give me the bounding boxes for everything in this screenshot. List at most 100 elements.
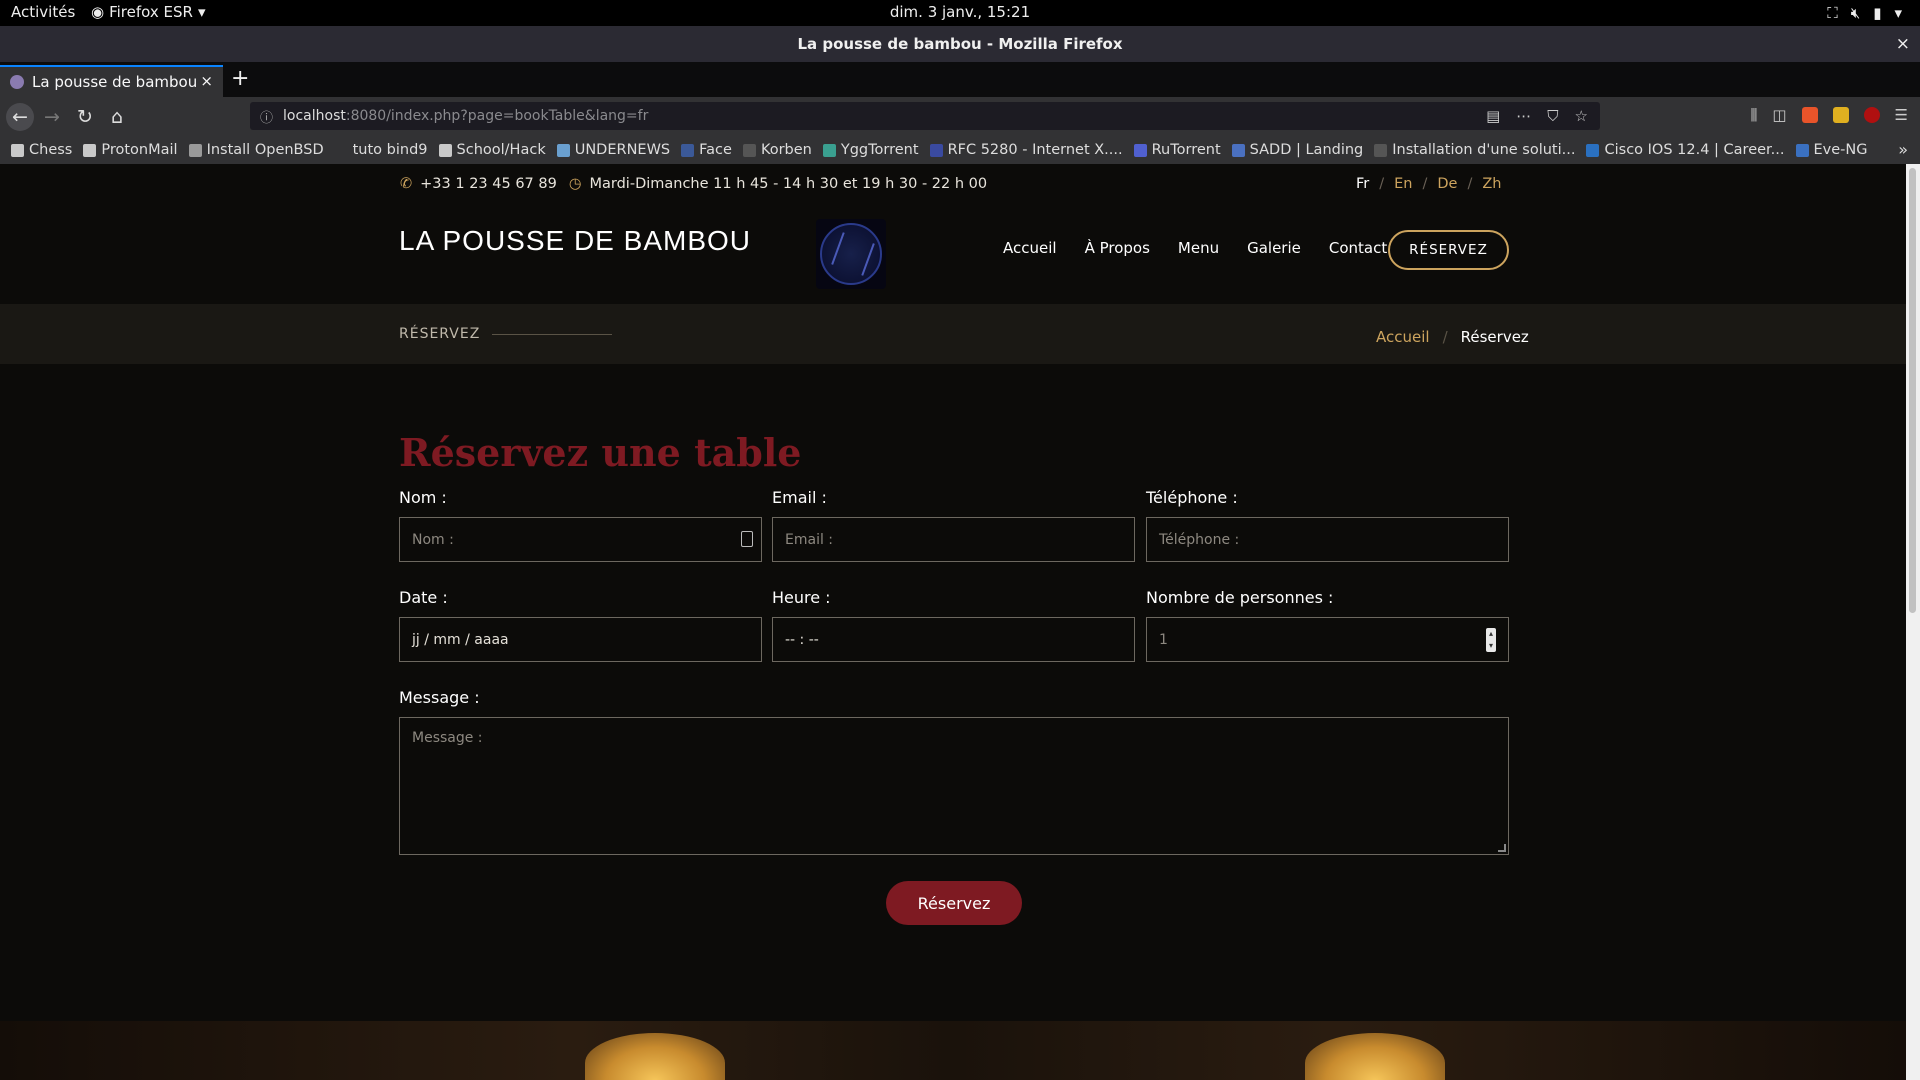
bookmark-item[interactable]: ProtonMail <box>83 142 178 158</box>
bookmark-item[interactable]: Korben <box>742 142 812 158</box>
bookmark-item[interactable]: tuto bind9 <box>334 142 428 158</box>
bookmark-label: ProtonMail <box>101 142 178 158</box>
breadcrumb-section: RÉSERVEZ Accueil / Réservez <box>0 304 1906 364</box>
resize-handle[interactable] <box>1498 844 1506 852</box>
bookmark-label: Install OpenBSD <box>206 142 324 158</box>
back-button[interactable]: ← <box>6 103 34 131</box>
bookmark-icon <box>1795 143 1809 157</box>
navigation-toolbar: ← → ↻ ⌂ ⓘ localhost :8080/index.php?page… <box>0 97 1920 136</box>
sidebar-icon[interactable]: ◫ <box>1772 106 1786 124</box>
tab-la-pousse-de-bambou[interactable]: La pousse de bambou × <box>0 65 223 97</box>
bookmark-item[interactable]: SADD | Landing <box>1231 142 1363 158</box>
chevron-right-icon[interactable]: » <box>1898 140 1908 159</box>
phone-number: +33 1 23 45 67 89 <box>420 176 557 192</box>
nav-a-propos[interactable]: À Propos <box>1085 239 1150 257</box>
site-brand[interactable]: LA POUSSE DE BAMBOU <box>399 225 751 257</box>
url-path: :8080/index.php?page=bookTable&lang=fr <box>345 108 649 124</box>
bookmark-item[interactable]: RuTorrent <box>1133 142 1221 158</box>
bookmark-star-icon[interactable]: ☆ <box>1575 107 1588 125</box>
dumpling-image <box>585 1033 725 1080</box>
extension-icon[interactable] <box>1801 107 1818 123</box>
app-menu[interactable]: ◉ Firefox ESR ▾ <box>91 3 205 21</box>
bookmark-item[interactable]: RFC 5280 - Internet X.... <box>929 142 1123 158</box>
people-input[interactable]: 1 ▴ ▾ <box>1146 617 1509 662</box>
site-logo[interactable] <box>816 219 886 289</box>
window-title: La pousse de bambou - Mozilla Firefox <box>797 35 1123 53</box>
bookmark-item[interactable]: UNDERNEWS <box>556 142 670 158</box>
main-nav: Accueil À Propos Menu Galerie Contact <box>1003 239 1387 257</box>
breadcrumb-home-link[interactable]: Accueil <box>1376 328 1430 346</box>
page-viewport: ✆ +33 1 23 45 67 89 ◷ Mardi-Dimanche 11 … <box>0 164 1906 1080</box>
divider <box>492 333 613 335</box>
bookmark-item[interactable]: Face <box>681 142 732 158</box>
page-actions-icon[interactable]: ⋯ <box>1516 107 1531 125</box>
bookmark-item[interactable]: School/Hack <box>438 142 546 158</box>
bookmark-label: Face <box>699 142 732 158</box>
bookmark-label: YggTorrent <box>840 142 919 158</box>
bookmark-icon <box>742 143 756 157</box>
pocket-icon[interactable]: ⛉ <box>1547 107 1558 125</box>
window-close-button[interactable]: × <box>1896 26 1910 62</box>
bookmark-icon <box>929 143 943 157</box>
system-tray[interactable]: ⛶ 🔇︎ ▮ ▾ <box>1827 4 1902 22</box>
number-spinner[interactable]: ▴ ▾ <box>1486 628 1496 652</box>
bookmark-item[interactable]: Cisco IOS 12.4 | Career... <box>1586 142 1785 158</box>
message-placeholder: Message : <box>412 730 483 746</box>
bookmark-label: Installation d'une soluti... <box>1392 142 1576 158</box>
bookmark-icon <box>1586 143 1600 157</box>
bookmark-item[interactable]: Install OpenBSD <box>188 142 324 158</box>
reader-view-icon[interactable]: ▤ <box>1486 107 1500 125</box>
nav-accueil[interactable]: Accueil <box>1003 239 1057 257</box>
bookmarks-toolbar: Chess ProtonMail Install OpenBSD tuto bind9… <box>0 136 1920 164</box>
name-input[interactable]: Nom : <box>399 517 762 562</box>
bookmark-item[interactable]: Eve-NG <box>1795 142 1867 158</box>
home-button[interactable]: ⌂ <box>103 103 131 131</box>
page-scrollbar[interactable] <box>1906 164 1920 1080</box>
message-textarea[interactable]: Message : <box>399 717 1509 855</box>
info-icon[interactable]: ⓘ <box>260 107 273 126</box>
hamburger-menu-icon[interactable]: ☰ <box>1895 106 1908 124</box>
clock[interactable]: dim. 3 janv., 15:21 <box>890 3 1030 21</box>
bookmark-icon <box>822 143 836 157</box>
email-input[interactable]: Email : <box>772 517 1135 562</box>
phone-icon: ✆ <box>400 176 413 192</box>
forward-button[interactable]: → <box>38 103 66 131</box>
date-label: Date : <box>399 588 448 607</box>
nav-contact[interactable]: Contact <box>1329 239 1387 257</box>
bookmark-icon <box>556 143 570 157</box>
bookmark-item[interactable]: Installation d'une soluti... <box>1374 142 1575 158</box>
time-input[interactable]: -- : -- <box>772 617 1135 662</box>
activities-button[interactable]: Activités <box>11 3 75 21</box>
library-icon[interactable]: ⫼ <box>1750 106 1757 124</box>
page-title: RÉSERVEZ <box>399 326 481 342</box>
ublock-icon[interactable] <box>1863 107 1880 123</box>
lang-en[interactable]: En <box>1394 176 1412 192</box>
scrollbar-thumb[interactable] <box>1909 168 1916 613</box>
submit-button[interactable]: Réservez <box>886 881 1022 925</box>
reload-button[interactable]: ↻ <box>71 103 99 131</box>
breadcrumb-current: Réservez <box>1460 328 1529 346</box>
lang-de[interactable]: De <box>1437 176 1457 192</box>
chevron-down-icon: ▾ <box>1894 4 1902 22</box>
bookmark-icon <box>438 143 452 157</box>
book-table-button[interactable]: RÉSERVEZ <box>1388 230 1509 270</box>
nav-menu[interactable]: Menu <box>1178 239 1219 257</box>
lang-separator: / <box>1379 176 1385 192</box>
bookmark-icon <box>334 143 348 157</box>
new-tab-button[interactable]: + <box>231 66 249 91</box>
bookmark-item[interactable]: YggTorrent <box>822 142 919 158</box>
phone-input[interactable]: Téléphone : <box>1146 517 1509 562</box>
url-bar[interactable]: ⓘ localhost :8080/index.php?page=bookTab… <box>250 102 1600 130</box>
reload-icon: ↻ <box>77 106 93 128</box>
lang-fr[interactable]: Fr <box>1356 176 1369 192</box>
breadcrumb: Accueil / Réservez <box>1376 328 1529 346</box>
date-value: jj / mm / aaaa <box>412 631 509 648</box>
date-input[interactable]: jj / mm / aaaa <box>399 617 762 662</box>
tab-close-button[interactable]: × <box>200 72 213 90</box>
lang-zh[interactable]: Zh <box>1482 176 1501 192</box>
autofill-icon[interactable] <box>741 531 753 547</box>
bookmark-item[interactable]: Chess <box>11 142 72 158</box>
people-value: 1 <box>1159 631 1168 648</box>
nav-galerie[interactable]: Galerie <box>1247 239 1301 257</box>
extension-icon[interactable] <box>1832 107 1849 123</box>
